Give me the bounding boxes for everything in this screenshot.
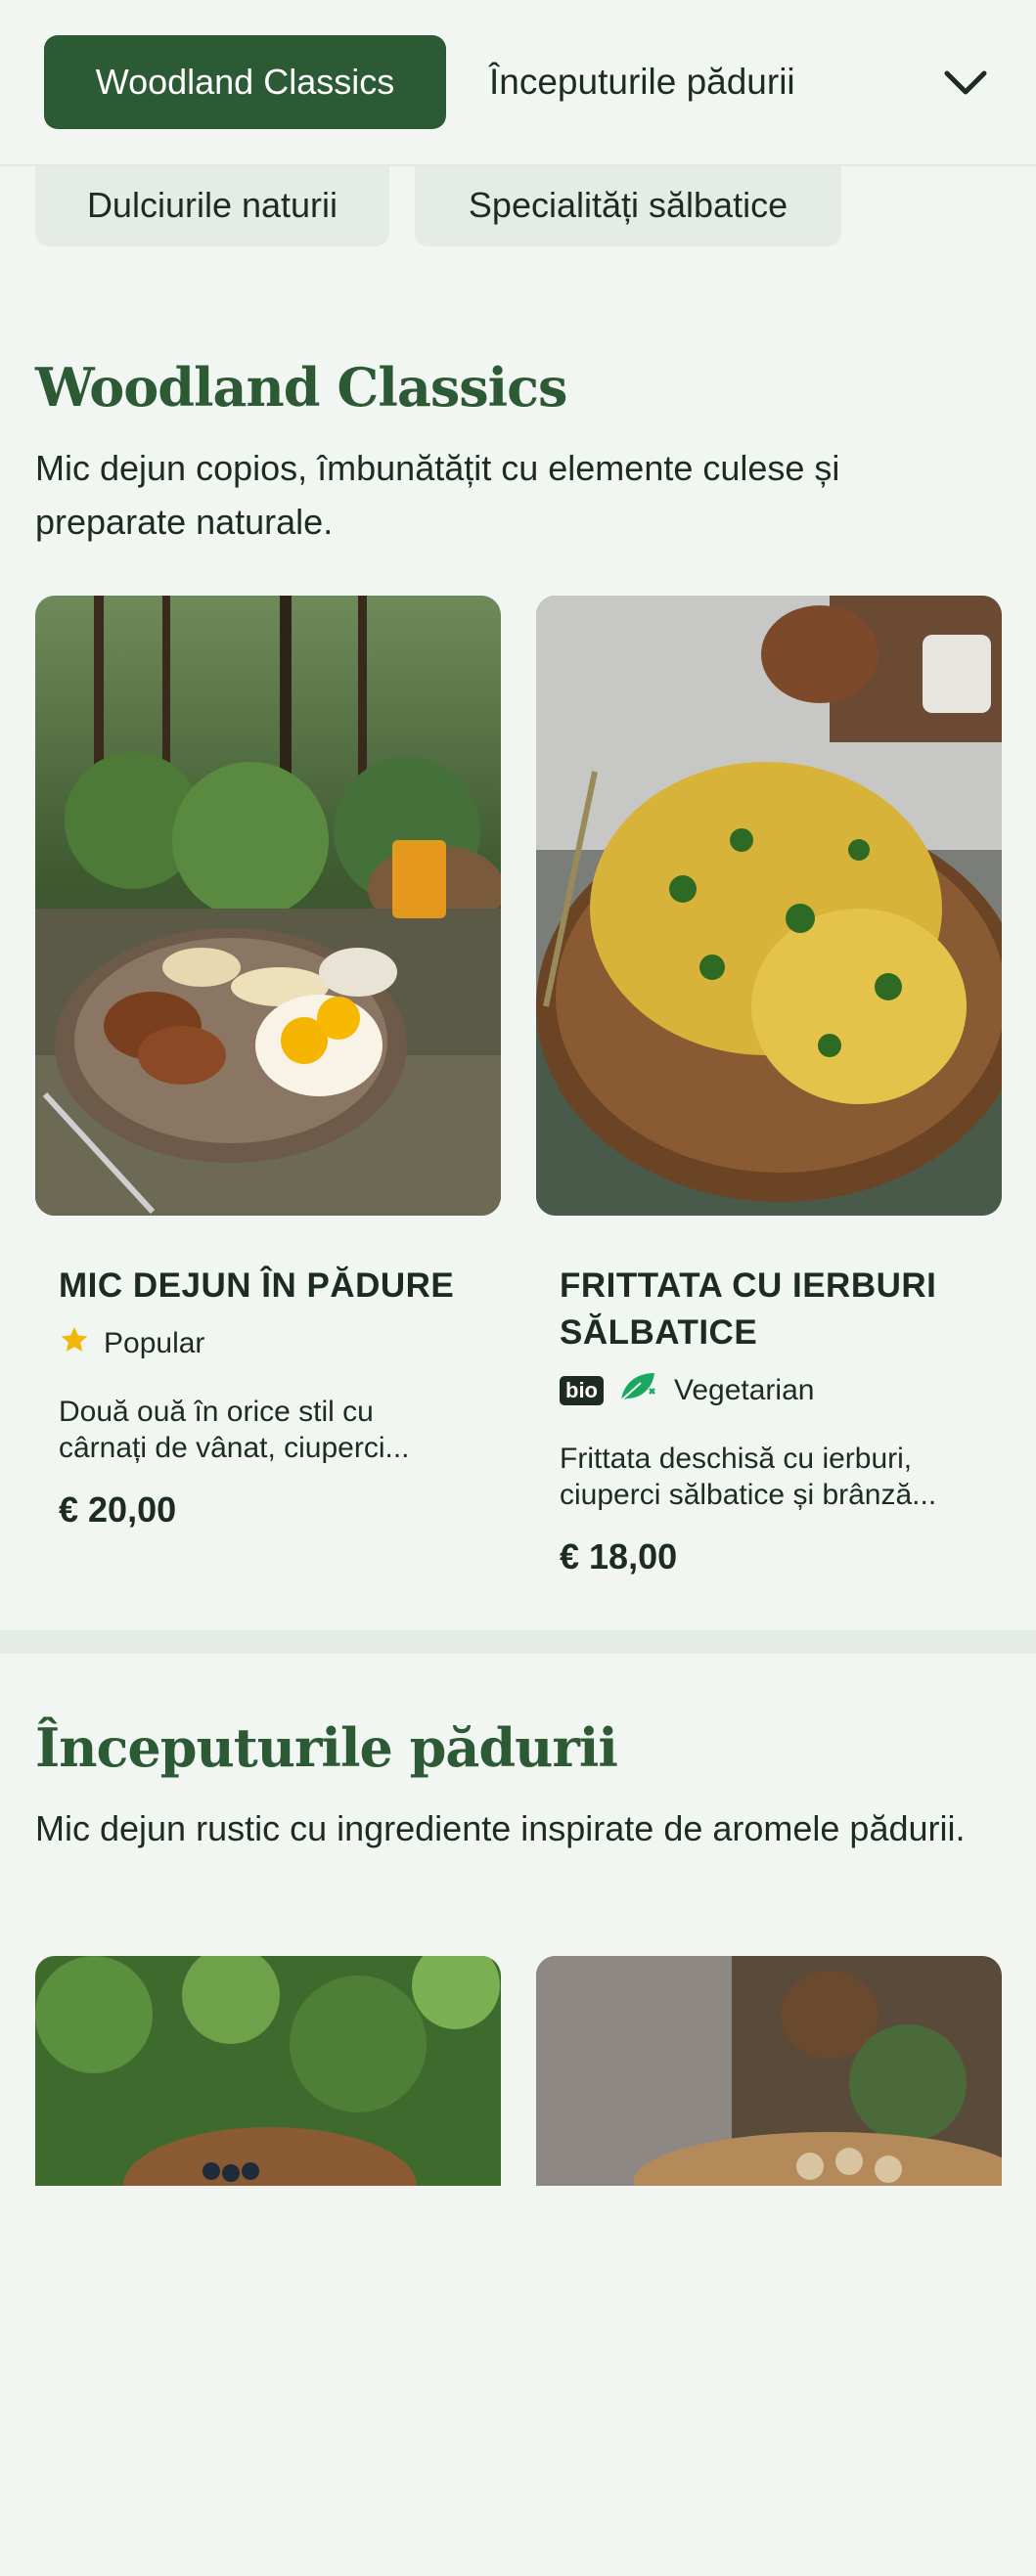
tag-label: Popular bbox=[104, 1327, 205, 1359]
category-nav: Woodland Classics Începuturile pădurii bbox=[0, 0, 1036, 166]
dish-tag: Popular bbox=[59, 1322, 204, 1365]
tag-label: Vegetarian bbox=[674, 1374, 815, 1406]
dish-tag: bio Vegetarian bbox=[560, 1369, 814, 1412]
dish-description: Două ouă în orice stil cu cârnați de vân… bbox=[59, 1396, 410, 1464]
bio-badge: bio bbox=[560, 1376, 604, 1405]
section-description: Mic dejun rustic cu ingrediente inspirat… bbox=[35, 1808, 966, 1848]
tab-inceputurile-padurii[interactable]: Începuturile pădurii bbox=[489, 35, 795, 129]
vegetarian-leaf-icon bbox=[617, 1369, 660, 1412]
star-icon bbox=[59, 1324, 90, 1363]
section-title-inceputurile-padurii: Începuturile pădurii bbox=[35, 1716, 618, 1779]
dish-name: FRITTATA CU IERBURI SĂLBATICE bbox=[560, 1266, 937, 1352]
section-title-woodland-classics: Woodland Classics bbox=[35, 356, 567, 419]
dish-photo[interactable] bbox=[35, 1956, 501, 2576]
dish-price: € 18,00 bbox=[560, 1536, 678, 1577]
section-description: Mic dejun copios, îmbunătățit cu element… bbox=[35, 448, 840, 542]
tab-woodland-classics[interactable]: Woodland Classics bbox=[44, 35, 446, 129]
dish-name: MIC DEJUN ÎN PĂDURE bbox=[59, 1266, 455, 1305]
chevron-down-icon[interactable] bbox=[939, 57, 992, 110]
dish-photo-frittata[interactable] bbox=[536, 596, 1002, 1216]
section-divider bbox=[0, 1630, 1036, 1654]
dish-photo-mic-dejun[interactable] bbox=[35, 596, 501, 1216]
tab-dulciurile-naturii[interactable]: Dulciurile naturii bbox=[35, 164, 389, 246]
dish-price: € 20,00 bbox=[59, 1489, 177, 1530]
tab-specialitati-salbatice[interactable]: Specialități sălbatice bbox=[415, 164, 841, 246]
dish-photo[interactable] bbox=[536, 1956, 1002, 2576]
dish-description: Frittata deschisă cu ierburi, ciuperci s… bbox=[560, 1443, 937, 1511]
